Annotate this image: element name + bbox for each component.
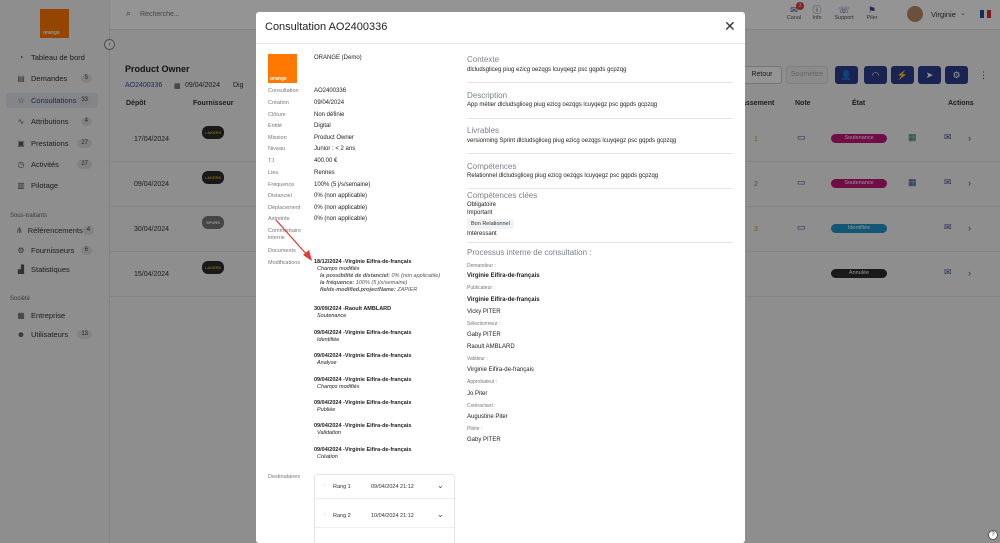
annotation-arrow bbox=[275, 219, 312, 261]
consultation-modal: Consultation AO2400336 ✕ orange ORANGE (… bbox=[256, 12, 745, 543]
app-background: orange ‹ ◔ Tableau de bord ▤ Demandes 5 ☆ Co… bbox=[0, 0, 1000, 543]
help-icon[interactable]: ? bbox=[988, 530, 998, 540]
